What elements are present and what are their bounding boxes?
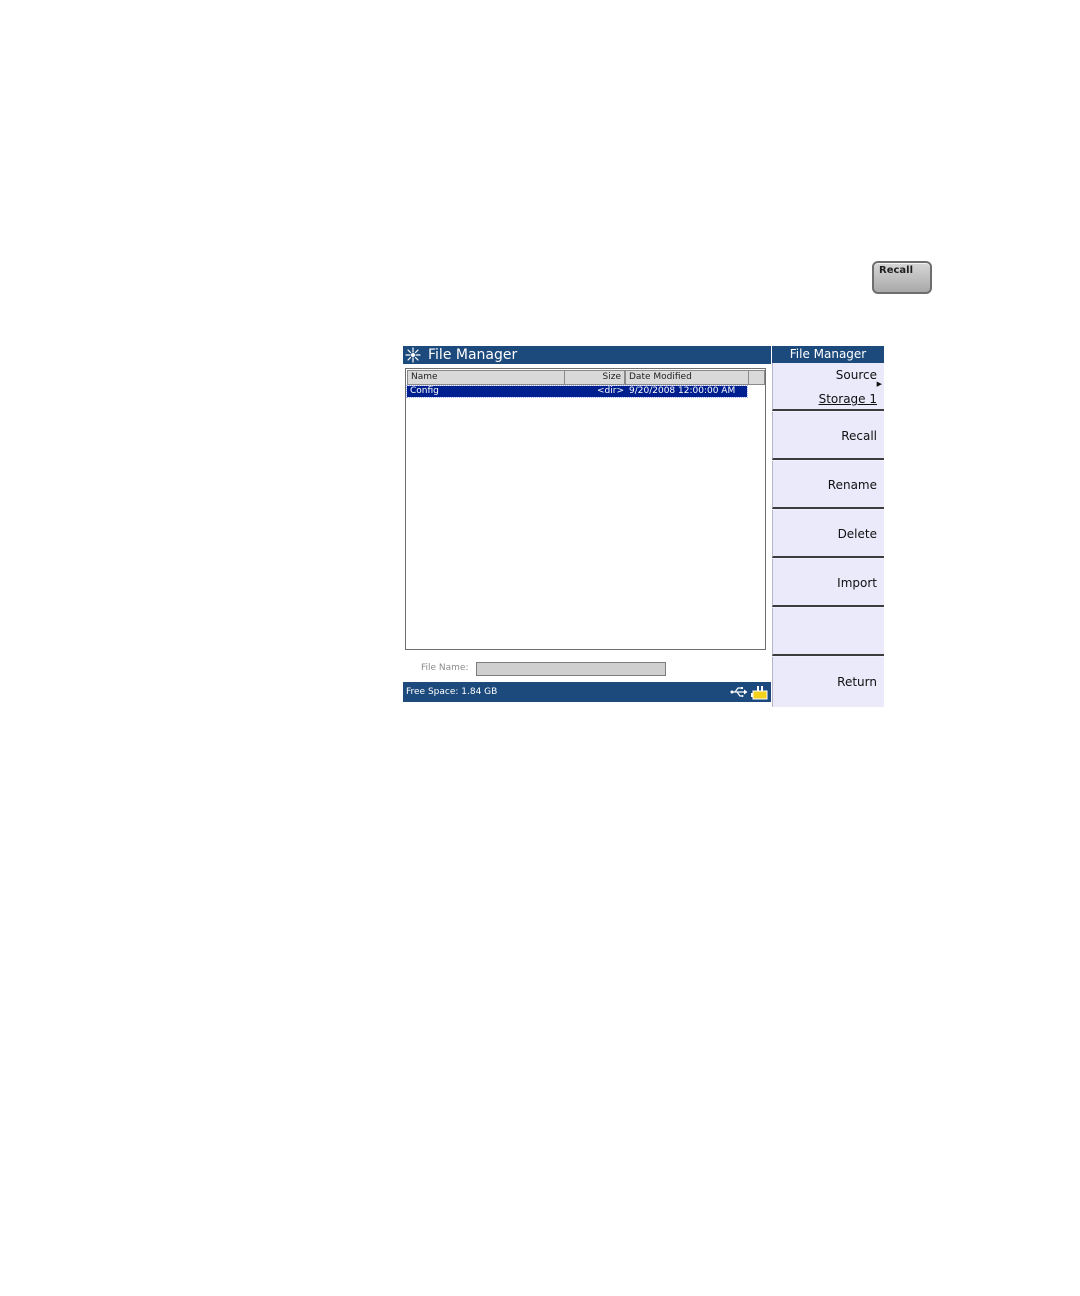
recall-label: Recall [841,429,877,443]
column-header-date[interactable]: Date Modified [625,370,749,385]
blank-softkey[interactable] [772,608,884,656]
status-bar: Free Space: 1.84 GB [403,682,771,702]
import-label: Import [837,576,877,590]
recall-hardware-key[interactable]: Recall [872,261,932,294]
delete-label: Delete [837,527,877,541]
power-icon [751,686,768,700]
source-softkey[interactable]: Source ▶ Storage 1 [772,363,884,411]
return-label: Return [837,675,877,689]
softkey-menu-title: File Manager [772,346,884,363]
usb-icon [730,687,748,697]
list-item-size: <dir> [597,386,624,396]
list-item-date: 9/20/2008 12:00:00 AM [629,386,736,396]
agilent-logo-icon [405,347,421,363]
source-label: Source [835,368,877,382]
source-value: Storage 1 [818,392,877,406]
import-softkey[interactable]: Import [772,559,884,607]
column-header-name[interactable]: Name [407,370,565,385]
delete-softkey[interactable]: Delete [772,510,884,558]
file-name-field[interactable] [476,662,666,676]
file-list[interactable]: Name Size Date Modified Config <dir> 9/2… [405,368,766,650]
file-manager-screen: File Manager Name Size Date Modified Con… [403,346,884,707]
recall-key-label: Recall [879,265,914,276]
submenu-arrow-icon: ▶ [876,380,882,388]
title-bar: File Manager [403,346,771,364]
free-space-text: Free Space: 1.84 GB [406,687,498,697]
rename-softkey[interactable]: Rename [772,461,884,509]
window-title: File Manager [428,347,518,363]
column-header-size[interactable]: Size [564,370,625,385]
file-name-label: File Name: [421,663,469,673]
list-item-name: Config [410,386,439,396]
recall-softkey[interactable]: Recall [772,412,884,460]
column-header-blank [748,370,765,385]
softkey-menu: File Manager Source ▶ Storage 1 Recall R… [772,346,884,707]
list-item[interactable]: Config <dir> 9/20/2008 12:00:00 AM [406,385,748,398]
rename-label: Rename [827,478,877,492]
return-softkey[interactable]: Return [772,657,884,707]
